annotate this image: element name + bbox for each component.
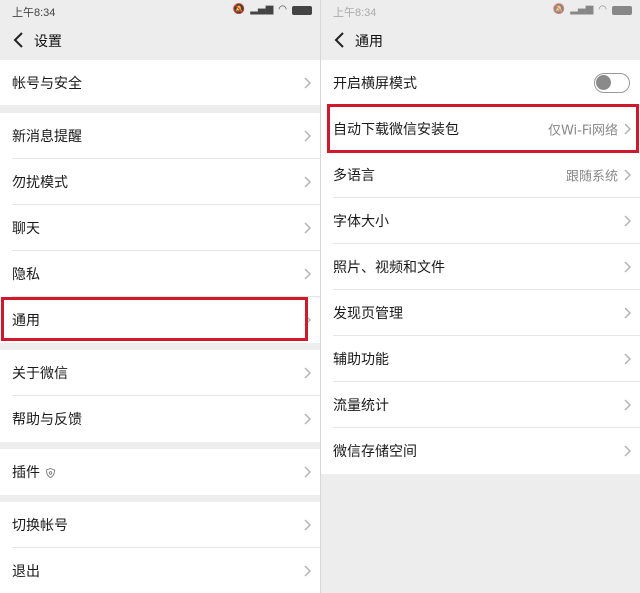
settings-item-label: 插件 (12, 462, 55, 482)
settings-item-notifications[interactable]: 新消息提醒 (0, 113, 320, 159)
general-item-language[interactable]: 多语言 跟随系统 (321, 152, 640, 198)
general-item-discover-manage[interactable]: 发现页管理 (321, 290, 640, 336)
status-time: 上午8:34 (12, 7, 56, 19)
settings-item-label: 退出 (12, 563, 40, 580)
settings-item-label: 隐私 (12, 267, 40, 283)
settings-item-about[interactable]: 关于微信 (0, 350, 320, 396)
mute-icon: 🔕 (552, 4, 566, 15)
chevron-right-icon (304, 314, 312, 326)
general-item-label: 流量统计 (333, 398, 389, 414)
chevron-right-icon (304, 222, 312, 234)
general-item-label: 辅助功能 (333, 352, 389, 368)
general-item-label: 发现页管理 (333, 306, 403, 322)
chevron-right-icon (624, 399, 632, 411)
chevron-right-icon (304, 519, 312, 531)
wifi-icon: ◠ (278, 4, 287, 15)
page-title: 设置 (34, 34, 62, 50)
settings-item-privacy[interactable]: 隐私 (0, 251, 320, 297)
settings-item-general[interactable]: 通用 (0, 297, 320, 343)
header: 通用 (321, 22, 640, 58)
status-time: 上午8:34 (333, 7, 377, 19)
status-bar: 上午8:34 🔕 ▂▄▆ ◠ (0, 0, 320, 22)
chevron-right-icon (304, 367, 312, 379)
chevron-right-icon (624, 169, 632, 181)
general-item-auto-download[interactable]: 自动下载微信安装包 仅Wi-Fi网络 (321, 106, 640, 152)
chevron-right-icon (304, 564, 312, 577)
chevron-right-icon (624, 353, 632, 365)
settings-item-label: 切换帐号 (12, 518, 68, 534)
settings-item-help-feedback[interactable]: 帮助与反馈 (0, 396, 320, 442)
chevron-right-icon (304, 466, 312, 478)
general-item-value: 仅Wi-Fi网络 (547, 123, 618, 139)
general-item-data-usage[interactable]: 流量统计 (321, 382, 640, 428)
general-item-label: 照片、视频和文件 (333, 260, 445, 276)
chevron-right-icon (624, 215, 632, 227)
status-icons: 🔕 ▂▄▆ ◠ (553, 3, 632, 17)
settings-item-plugins[interactable]: 插件 (0, 449, 320, 495)
settings-item-label: 关于微信 (12, 366, 68, 382)
general-item-value: 跟随系统 (565, 169, 618, 185)
chevron-right-icon (624, 123, 632, 135)
signal-icon: ▂▄▆ (570, 4, 594, 15)
chevron-right-icon (624, 445, 632, 457)
settings-item-logout[interactable]: 退出 (0, 548, 320, 593)
back-arrow-icon[interactable] (333, 31, 347, 49)
settings-item-label: 勿扰模式 (12, 175, 68, 191)
chevron-right-icon (304, 176, 312, 188)
settings-item-account-security[interactable]: 帐号与安全 (0, 60, 320, 105)
general-item-font-size[interactable]: 字体大小 (321, 198, 640, 244)
settings-item-label: 通用 (12, 313, 40, 329)
general-item-accessibility[interactable]: 辅助功能 (321, 336, 640, 382)
general-item-label: 自动下载微信安装包 (333, 122, 459, 138)
general-item-storage[interactable]: 微信存储空间 (321, 428, 640, 474)
chevron-right-icon (624, 261, 632, 273)
shield-icon (46, 468, 55, 478)
status-bar: 上午8:34 🔕 ▂▄▆ ◠ (321, 0, 640, 22)
back-arrow-icon[interactable] (12, 31, 26, 49)
header: 设置 (0, 22, 320, 58)
settings-item-switch-account[interactable]: 切换帐号 (0, 502, 320, 548)
page-title: 通用 (355, 34, 383, 50)
general-item-label: 多语言 (333, 168, 375, 184)
general-item-label: 开启横屏模式 (333, 76, 417, 92)
settings-item-label: 帮助与反馈 (12, 412, 82, 428)
wifi-icon: ◠ (598, 4, 607, 15)
general-item-label: 微信存储空间 (333, 444, 417, 460)
battery-icon (292, 5, 312, 15)
settings-screen: 上午8:34 🔕 ▂▄▆ ◠ 设置 帐号与安全 新消息提醒 勿扰模式 聊天 隐私 (0, 0, 320, 593)
settings-item-chat[interactable]: 聊天 (0, 205, 320, 251)
landscape-toggle[interactable] (594, 73, 630, 93)
general-item-label: 字体大小 (333, 214, 389, 230)
general-settings-screen: 上午8:34 🔕 ▂▄▆ ◠ 通用 开启横屏模式 自动下载微信安装包 仅Wi-F… (321, 0, 640, 593)
general-item-landscape-mode: 开启横屏模式 (321, 60, 640, 106)
chevron-right-icon (304, 268, 312, 280)
settings-item-label: 新消息提醒 (12, 129, 82, 145)
settings-item-label: 聊天 (12, 221, 40, 237)
status-icons: 🔕 ▂▄▆ ◠ (233, 3, 312, 17)
chevron-right-icon (304, 76, 312, 89)
plugins-label: 插件 (12, 465, 40, 481)
toggle-knob (596, 75, 611, 90)
mute-icon: 🔕 (232, 4, 246, 15)
signal-icon: ▂▄▆ (250, 4, 274, 15)
battery-icon (612, 5, 632, 15)
general-item-media-files[interactable]: 照片、视频和文件 (321, 244, 640, 290)
chevron-right-icon (624, 307, 632, 319)
settings-item-label: 帐号与安全 (12, 75, 82, 92)
chevron-right-icon (304, 130, 312, 142)
settings-item-do-not-disturb[interactable]: 勿扰模式 (0, 159, 320, 205)
chevron-right-icon (304, 413, 312, 425)
